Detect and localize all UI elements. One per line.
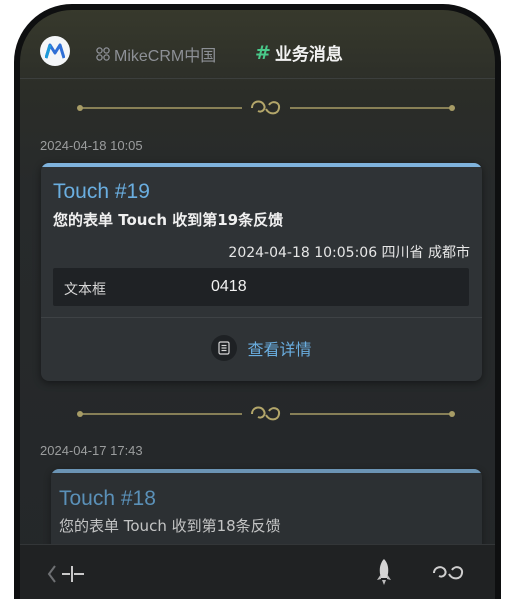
card-title: Touch #19 [53, 180, 150, 203]
swirl-ornament-icon [77, 100, 455, 115]
swirl-button[interactable] [428, 557, 468, 587]
rocket-button[interactable] [369, 555, 399, 589]
back-button[interactable] [42, 553, 104, 595]
view-details-button[interactable]: 查看详情 [41, 325, 482, 371]
view-details-label: 查看详情 [247, 340, 312, 359]
app-screen: MikeCRM中国 # 业务消息 2024-04-18 10:05 Touch … [20, 10, 495, 599]
channel-title: # 业务消息 [255, 40, 343, 66]
app-logo[interactable] [40, 36, 70, 66]
brand-name: MikeCRM中国 [114, 48, 217, 65]
phone-frame: MikeCRM中国 # 业务消息 2024-04-18 10:05 Touch … [14, 4, 501, 599]
channel-name: 业务消息 [274, 45, 343, 65]
mikecrm-logo-icon [45, 43, 65, 59]
crosshair-icon [62, 566, 84, 582]
document-list-icon [211, 335, 238, 361]
channel-hash: # [255, 41, 271, 64]
card-title: Touch #18 [59, 487, 156, 510]
rocket-icon [377, 559, 391, 585]
clover-grid-icon [96, 47, 110, 61]
field-row: 文本框 0418 [53, 268, 469, 306]
chevron-left-icon [47, 565, 56, 583]
message-card[interactable]: Touch #19 您的表单 Touch 收到第19条反馈 2024-04-18… [41, 163, 482, 381]
card-subtitle: 您的表单 Touch 收到第18条反馈 [59, 517, 281, 535]
swirl-ornament-icon [77, 406, 455, 421]
swirl-icon [433, 566, 464, 580]
card-accent-bar [41, 163, 482, 167]
field-value: 0418 [211, 278, 247, 295]
card-separator [41, 317, 482, 318]
field-label: 文本框 [64, 282, 106, 298]
card-accent-bar [51, 469, 482, 473]
chat-header: MikeCRM中国 # 业务消息 [20, 10, 495, 79]
message-timestamp: 2024-04-17 17:43 [40, 443, 143, 458]
brand-link[interactable]: MikeCRM中国 [96, 42, 216, 66]
card-meta: 2024-04-18 10:05:06 四川省 成都市 [228, 245, 470, 261]
message-timestamp: 2024-04-18 10:05 [40, 138, 143, 153]
bottom-toolbar [20, 544, 495, 599]
card-subtitle: 您的表单 Touch 收到第19条反馈 [53, 211, 284, 229]
